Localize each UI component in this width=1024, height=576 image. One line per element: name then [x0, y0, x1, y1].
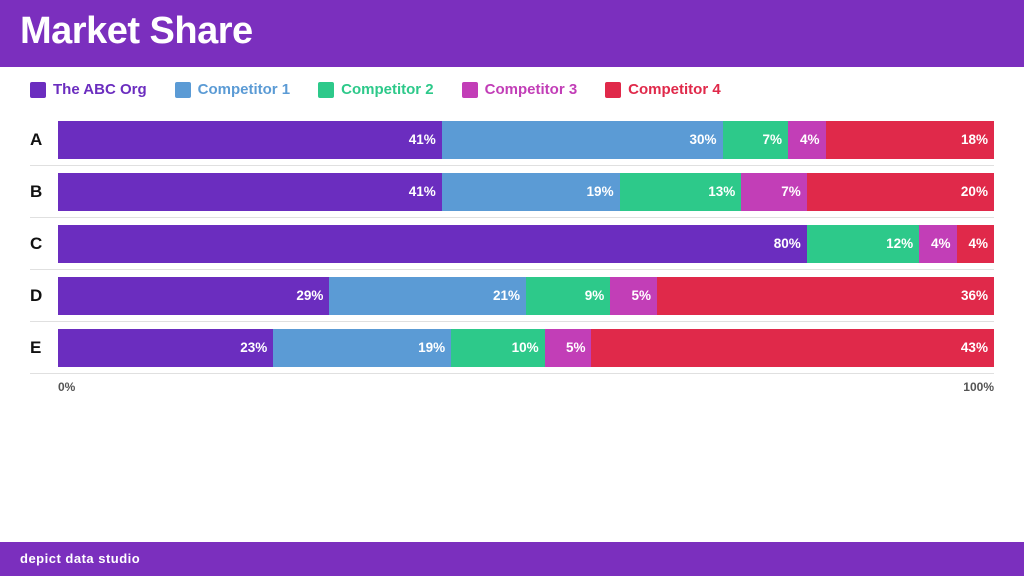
bar-segment: 4% — [919, 225, 956, 263]
bar-container-a: 41%30%7%4%18% — [58, 121, 994, 159]
bar-segment: 30% — [442, 121, 723, 159]
chart-row-a: A41%30%7%4%18% — [30, 114, 994, 166]
bar-segment: 5% — [545, 329, 592, 367]
bar-segment: 19% — [442, 173, 620, 211]
bar-segment: 12% — [807, 225, 919, 263]
row-label-c: C — [30, 234, 58, 254]
bar-segment: 13% — [620, 173, 742, 211]
legend-item-c2: Competitor 2 — [318, 81, 434, 98]
axis-end: 100% — [963, 380, 994, 394]
legend-item-c4: Competitor 4 — [605, 81, 721, 98]
bar-segment: 18% — [826, 121, 994, 159]
legend-label-c2: Competitor 2 — [341, 81, 434, 98]
bar-segment: 23% — [58, 329, 273, 367]
chart-row-b: B41%19%13%7%20% — [30, 166, 994, 218]
bar-segment: 36% — [657, 277, 994, 315]
bar-segment: 7% — [741, 173, 807, 211]
row-label-d: D — [30, 286, 58, 306]
legend-swatch-c2 — [318, 82, 334, 98]
legend-swatch-abc — [30, 82, 46, 98]
bar-segment: 10% — [451, 329, 545, 367]
bar-segment: 7% — [723, 121, 789, 159]
legend-swatch-c4 — [605, 82, 621, 98]
page-title: Market Share — [20, 10, 1004, 53]
bar-segment: 29% — [58, 277, 329, 315]
bar-segment: 9% — [526, 277, 610, 315]
legend-label-abc: The ABC Org — [53, 81, 147, 98]
header: Market Share — [0, 0, 1024, 67]
bar-container-e: 23%19%10%5%43% — [58, 329, 994, 367]
axis: 0% 100% — [30, 378, 994, 394]
legend-label-c1: Competitor 1 — [198, 81, 291, 98]
legend-swatch-c1 — [175, 82, 191, 98]
legend-label-c3: Competitor 3 — [485, 81, 578, 98]
bar-segment: 41% — [58, 121, 442, 159]
bar-container-d: 29%21%9%5%36% — [58, 277, 994, 315]
axis-start: 0% — [58, 380, 75, 394]
legend: The ABC Org Competitor 1 Competitor 2 Co… — [30, 81, 994, 98]
legend-swatch-c3 — [462, 82, 478, 98]
bar-segment: 41% — [58, 173, 442, 211]
row-label-e: E — [30, 338, 58, 358]
bar-segment: 43% — [591, 329, 993, 367]
bar-container-c: 80%12%4%4% — [58, 225, 994, 263]
bar-segment: 19% — [273, 329, 451, 367]
bar-segment: 5% — [610, 277, 657, 315]
chart-row-e: E23%19%10%5%43% — [30, 322, 994, 374]
legend-item-c1: Competitor 1 — [175, 81, 291, 98]
legend-item-abc: The ABC Org — [30, 81, 147, 98]
row-label-a: A — [30, 130, 58, 150]
bar-container-b: 41%19%13%7%20% — [58, 173, 994, 211]
row-label-b: B — [30, 182, 58, 202]
bar-segment: 21% — [329, 277, 526, 315]
bar-segment: 80% — [58, 225, 807, 263]
bar-segment: 4% — [957, 225, 994, 263]
footer: depict data studio — [0, 542, 1024, 576]
legend-label-c4: Competitor 4 — [628, 81, 721, 98]
legend-item-c3: Competitor 3 — [462, 81, 578, 98]
chart-area: A41%30%7%4%18%B41%19%13%7%20%C80%12%4%4%… — [30, 114, 994, 374]
chart-row-c: C80%12%4%4% — [30, 218, 994, 270]
bar-segment: 4% — [788, 121, 825, 159]
footer-label: depict data studio — [20, 551, 140, 566]
chart-row-d: D29%21%9%5%36% — [30, 270, 994, 322]
bar-segment: 20% — [807, 173, 994, 211]
